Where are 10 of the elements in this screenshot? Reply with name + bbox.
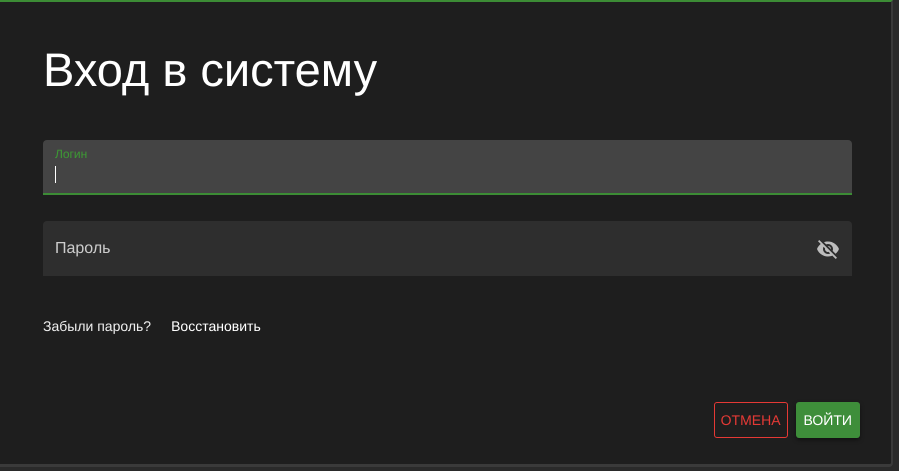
login-button[interactable]: ВОЙТИ (796, 402, 860, 438)
dialog-title: Вход в систему (43, 42, 378, 98)
restore-link[interactable]: Восстановить (171, 318, 261, 334)
text-cursor (55, 166, 56, 182)
forgot-password-text: Забыли пароль? (43, 318, 152, 334)
cancel-button[interactable]: ОТМЕНА (714, 402, 788, 438)
field-label: Пароль (55, 240, 111, 258)
field-label: Логин (55, 146, 88, 160)
input-field[interactable]: Логин (43, 140, 852, 195)
input-field[interactable]: Пароль (43, 221, 852, 276)
